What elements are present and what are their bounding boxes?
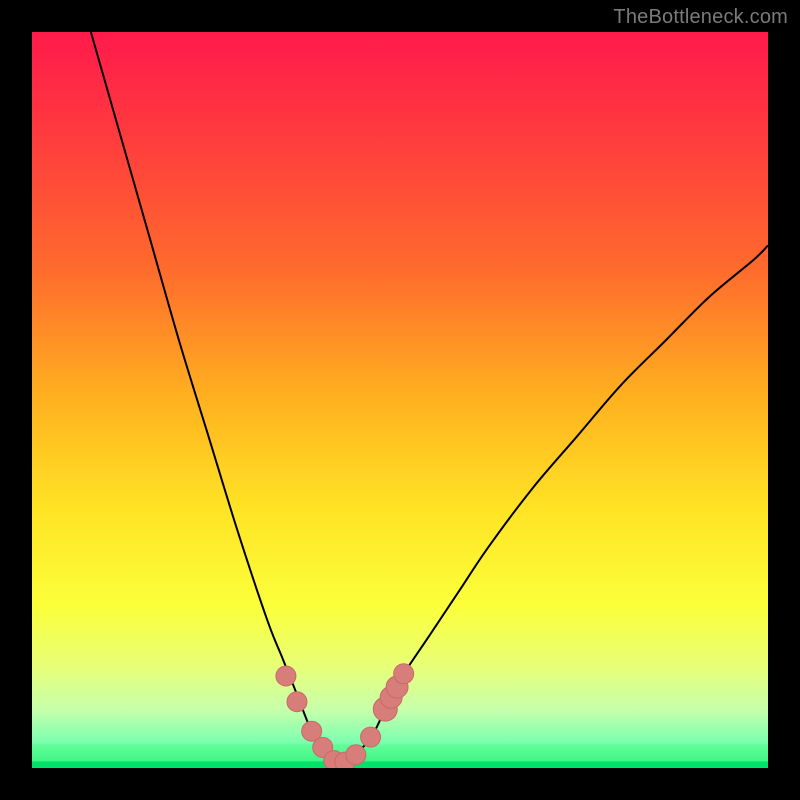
bottleneck-chart: [32, 32, 768, 768]
marker-dot: [361, 727, 381, 747]
chart-frame: TheBottleneck.com: [0, 0, 800, 800]
marker-dot: [394, 664, 414, 684]
watermark-text: TheBottleneck.com: [613, 6, 788, 29]
marker-dot: [276, 666, 296, 686]
plot-area: [32, 32, 768, 768]
marker-dot: [346, 745, 366, 765]
gradient-background: [32, 32, 768, 768]
good-core: [32, 761, 768, 768]
marker-dot: [287, 692, 307, 712]
